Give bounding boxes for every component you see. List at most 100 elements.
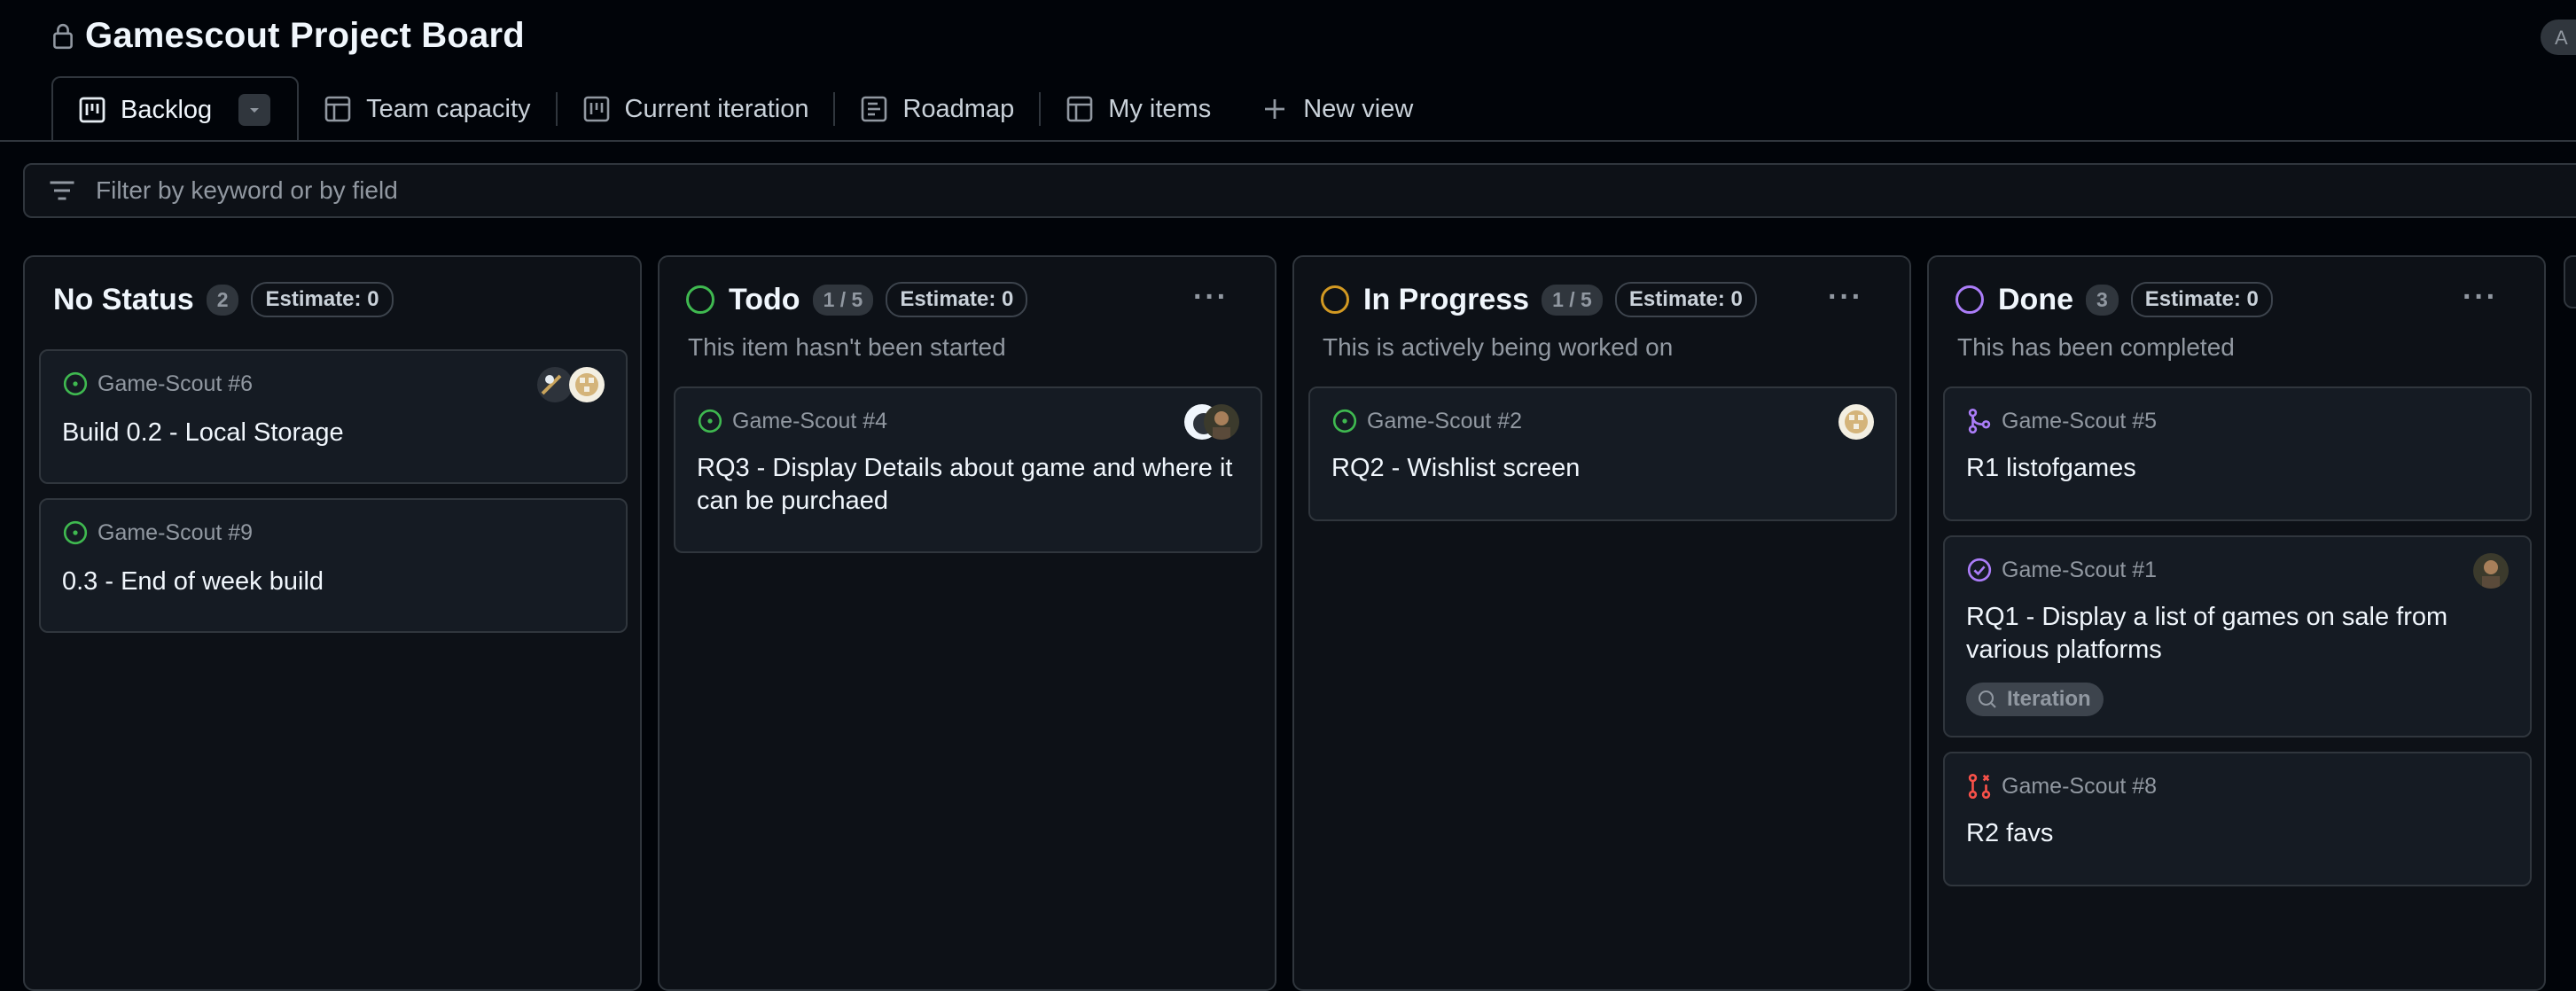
column-description: This has been completed: [1957, 333, 2235, 361]
card-meta: Game-Scout #2: [1331, 408, 1522, 434]
card-title[interactable]: RQ1 - Display a list of games on sale fr…: [1966, 601, 2509, 667]
card-meta: Game-Scout #4: [697, 408, 887, 434]
card-reference: Game-Scout #8: [2002, 773, 2158, 799]
issue-opened-icon: [698, 409, 722, 433]
new-view-button[interactable]: New view: [1236, 76, 1438, 142]
filter-icon: [50, 181, 74, 200]
estimate-badge: Estimate: 0: [251, 282, 394, 317]
column-title: In Progress: [1363, 282, 1530, 316]
column-todo: Todo 1 / 5 Estimate: 0 ··· This item has…: [658, 255, 1276, 991]
card-title[interactable]: Build 0.2 - Local Storage: [62, 417, 605, 449]
card-game-scout-5[interactable]: Game-Scout #5 R1 listofgames: [1943, 386, 2532, 521]
column-description: This item hasn't been started: [688, 333, 1006, 361]
board-icon: [79, 97, 105, 123]
card-reference: Game-Scout #4: [732, 408, 888, 433]
column-title: No Status: [53, 282, 194, 316]
column-header: Done 3 Estimate: 0: [1955, 282, 2273, 317]
tab-label: Roadmap: [902, 94, 1015, 123]
card-reference: Game-Scout #2: [1367, 408, 1523, 433]
card-title[interactable]: R2 favs: [1966, 817, 2509, 850]
item-count-badge: 1 / 5: [1542, 284, 1603, 316]
column-header: No Status 2 Estimate: 0: [53, 282, 394, 317]
card-game-scout-6[interactable]: Game-Scout #6 Build 0.2 - Local Storage: [39, 349, 628, 484]
card-game-scout-8[interactable]: Game-Scout #8 R2 favs: [1943, 752, 2532, 886]
tab-label: Team capacity: [366, 94, 531, 123]
tab-roadmap[interactable]: Roadmap: [835, 76, 1039, 142]
card-title[interactable]: RQ2 - Wishlist screen: [1331, 452, 1874, 485]
column-title: Done: [1998, 282, 2073, 316]
card-meta: Game-Scout #6: [62, 371, 253, 397]
avatar[interactable]: [537, 367, 573, 402]
estimate-badge: Estimate: 0: [886, 282, 1028, 317]
board-icon: [583, 96, 609, 122]
user-menu-pill[interactable]: A: [2541, 20, 2576, 55]
column-menu-button[interactable]: ···: [1193, 280, 1229, 315]
card-meta: Game-Scout #1: [1966, 557, 2157, 583]
table-icon: [1066, 96, 1093, 122]
item-count-badge: 1 / 5: [812, 284, 874, 316]
title-row: Gamescout Project Board: [51, 16, 525, 56]
status-circle-icon: [1955, 285, 1984, 314]
avatar[interactable]: [2473, 553, 2509, 589]
status-circle-icon: [1321, 285, 1349, 314]
plus-icon: [1265, 99, 1285, 119]
card-game-scout-1[interactable]: Game-Scout #1 RQ1 - Display a list of ga…: [1943, 535, 2532, 737]
pr-closed-icon: [1968, 773, 1991, 800]
user-menu-label: A: [2555, 27, 2568, 49]
avatar[interactable]: [1838, 404, 1874, 440]
card-game-scout-9[interactable]: Game-Scout #9 0.3 - End of week build: [39, 498, 628, 633]
tab-my-items[interactable]: My items: [1041, 76, 1236, 142]
card-meta: Game-Scout #5: [1966, 408, 2157, 434]
card-meta: Game-Scout #8: [1966, 773, 2157, 800]
project-header: Gamescout Project Board A Backlog Team c…: [0, 0, 2576, 142]
issue-opened-icon: [1332, 409, 1357, 433]
issue-opened-icon: [63, 371, 88, 396]
card-reference: Game-Scout #6: [98, 371, 254, 396]
status-circle-icon: [686, 285, 714, 314]
tab-team-capacity[interactable]: Team capacity: [299, 76, 555, 142]
card-game-scout-4[interactable]: Game-Scout #4 RQ3 - Display Details abou…: [674, 386, 1262, 553]
item-count-badge: 2: [206, 284, 239, 316]
iteration-icon: [1978, 690, 1996, 708]
tab-label: My items: [1108, 94, 1212, 123]
estimate-badge: Estimate: 0: [1614, 282, 1757, 317]
column-menu-button[interactable]: ···: [1828, 280, 1863, 315]
card-title[interactable]: 0.3 - End of week build: [62, 566, 605, 598]
view-tabs: Backlog Team capacity Current iteration: [51, 76, 1438, 142]
next-column-edge: [2564, 255, 2576, 308]
roadmap-icon: [862, 96, 887, 122]
card-reference: Game-Scout #5: [2002, 408, 2158, 433]
avatar[interactable]: [1204, 404, 1239, 440]
tab-options-button[interactable]: [238, 94, 271, 126]
tab-label: Backlog: [121, 95, 213, 124]
iteration-label: Iteration: [2007, 687, 2091, 711]
tab-current-iteration[interactable]: Current iteration: [558, 76, 834, 142]
issue-closed-icon: [1967, 558, 1992, 582]
column-title: Todo: [729, 282, 800, 316]
issue-opened-icon: [63, 520, 88, 545]
item-count-badge: 3: [2086, 284, 2119, 316]
column-header: Todo 1 / 5 Estimate: 0: [686, 282, 1028, 317]
column-menu-button[interactable]: ···: [2463, 280, 2498, 315]
estimate-badge: Estimate: 0: [2130, 282, 2273, 317]
page-title: Gamescout Project Board: [85, 16, 525, 55]
avatar[interactable]: [569, 367, 605, 402]
lock-icon: [53, 23, 73, 49]
column-no-status: No Status 2 Estimate: 0 Game-Scout #6 Bu…: [23, 255, 642, 991]
filter-input[interactable]: [94, 176, 1161, 206]
table-icon: [324, 96, 351, 122]
card-meta: Game-Scout #9: [62, 519, 253, 546]
card-title[interactable]: RQ3 - Display Details about game and whe…: [697, 452, 1239, 518]
column-description: This is actively being worked on: [1323, 333, 1674, 361]
card-game-scout-2[interactable]: Game-Scout #2 RQ2 - Wishlist screen: [1308, 386, 1897, 521]
card-reference: Game-Scout #9: [98, 519, 254, 545]
tab-backlog[interactable]: Backlog: [51, 76, 300, 142]
iteration-field-pill[interactable]: Iteration: [1966, 683, 2104, 716]
card-reference: Game-Scout #1: [2002, 557, 2158, 582]
tab-label: Current iteration: [624, 94, 809, 123]
column-in-progress: In Progress 1 / 5 Estimate: 0 ··· This i…: [1292, 255, 1911, 991]
card-title[interactable]: R1 listofgames: [1966, 452, 2509, 485]
filter-bar: [23, 163, 2576, 218]
pr-merged-icon: [1968, 408, 1991, 434]
column-header: In Progress 1 / 5 Estimate: 0: [1321, 282, 1757, 317]
